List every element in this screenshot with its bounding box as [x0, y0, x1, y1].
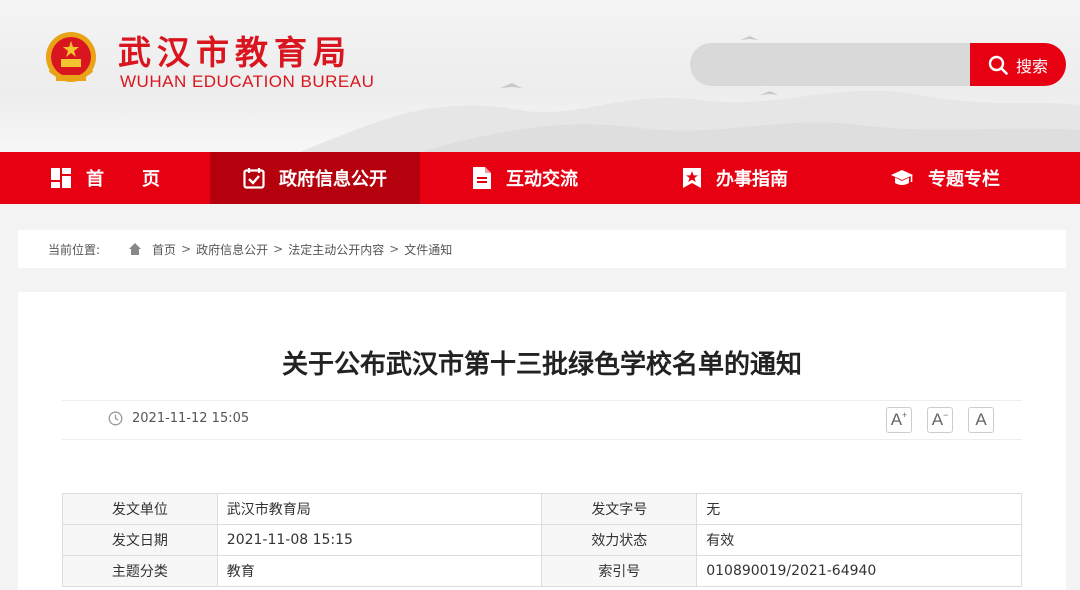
clock-icon: [108, 411, 123, 426]
breadcrumb-separator: >: [273, 242, 284, 256]
nav-item-home[interactable]: 首页: [0, 152, 210, 204]
table-value: 武汉市教育局: [216, 493, 543, 525]
nav-item-label: 政府信息公开: [279, 169, 387, 190]
house-icon: [128, 242, 142, 256]
table-row: 发文单位 武汉市教育局 发文字号 无: [62, 493, 1022, 525]
search-input[interactable]: [690, 43, 976, 86]
nav-item-gov-info[interactable]: 政府信息公开: [210, 152, 420, 204]
search-icon: [988, 55, 1008, 75]
publish-time: 2021-11-12 15:05: [132, 411, 250, 426]
table-value: 010890019/2021-64940: [696, 555, 1022, 587]
table-value: 无: [696, 493, 1022, 525]
table-value: 教育: [216, 555, 543, 587]
font-reset-button[interactable]: A: [968, 407, 994, 433]
home-grid-icon: [50, 167, 72, 189]
calendar-check-icon: [243, 167, 265, 189]
breadcrumb-link-notices[interactable]: 文件通知: [404, 241, 452, 258]
article-meta-bar: 2021-11-12 15:05 A + A − A: [62, 400, 1022, 440]
site-header: 武汉市教育局 WUHAN EDUCATION BUREAU 搜索: [0, 0, 1080, 152]
national-emblem-icon: [46, 32, 96, 82]
document-icon: [472, 166, 492, 190]
search-button[interactable]: 搜索: [970, 43, 1066, 86]
breadcrumb: 当前位置: 首页 > 政府信息公开 > 法定主动公开内容 > 文件通知: [18, 230, 1066, 268]
breadcrumb-link-home[interactable]: 首页: [152, 241, 176, 258]
plus-icon: +: [902, 410, 908, 420]
breadcrumb-label: 当前位置:: [48, 242, 101, 257]
breadcrumb-separator: >: [389, 242, 400, 256]
breadcrumb-separator: >: [181, 242, 192, 256]
nav-item-service-guide[interactable]: 办事指南: [630, 152, 840, 204]
font-decrease-label: A: [931, 410, 944, 429]
table-key: 发文字号: [541, 493, 698, 525]
font-decrease-button[interactable]: A −: [927, 407, 953, 433]
minus-icon: −: [943, 410, 949, 420]
article-panel: 关于公布武汉市第十三批绿色学校名单的通知 2021-11-12 15:05 A +…: [18, 292, 1066, 590]
nav-item-interaction[interactable]: 互动交流: [420, 152, 630, 204]
table-value: 2021-11-08 15:15: [216, 524, 543, 556]
search-button-label: 搜索: [1015, 56, 1048, 76]
bookmark-star-icon: [682, 167, 702, 189]
table-key: 发文单位: [62, 493, 218, 525]
search-bar: 搜索: [690, 43, 1066, 86]
table-key: 发文日期: [62, 524, 218, 556]
table-value: 有效: [696, 524, 1022, 556]
document-info-table: 发文单位 武汉市教育局 发文字号 无 发文日期 2021-11-08 15:15…: [62, 493, 1022, 587]
font-increase-label: A: [890, 410, 903, 429]
nav-item-label: 专题专栏: [928, 169, 1000, 190]
font-reset-label: A: [975, 410, 987, 429]
table-key: 主题分类: [62, 555, 218, 587]
table-key: 索引号: [541, 555, 698, 587]
nav-item-label: 办事指南: [716, 169, 788, 190]
nav-item-label: 首页: [86, 169, 198, 190]
table-key: 效力状态: [541, 524, 698, 556]
site-subtitle: WUHAN EDUCATION BUREAU: [120, 72, 375, 91]
breadcrumb-link-gov-info[interactable]: 政府信息公开: [196, 241, 268, 258]
main-nav: 首页 政府信息公开 互动交流 办事指南 专题专栏: [0, 152, 1080, 204]
font-increase-button[interactable]: A +: [886, 407, 912, 433]
breadcrumb-link-statutory[interactable]: 法定主动公开内容: [288, 241, 384, 258]
article-title: 关于公布武汉市第十三批绿色学校名单的通知: [281, 350, 802, 380]
table-row: 发文日期 2021-11-08 15:15 效力状态 有效: [62, 524, 1022, 556]
site-title: 武汉市教育局: [118, 33, 352, 72]
graduation-cap-icon: [890, 168, 914, 188]
nav-item-label: 互动交流: [506, 169, 578, 190]
nav-item-special-topics[interactable]: 专题专栏: [840, 152, 1050, 204]
table-row: 主题分类 教育 索引号 010890019/2021-64940: [62, 555, 1022, 587]
